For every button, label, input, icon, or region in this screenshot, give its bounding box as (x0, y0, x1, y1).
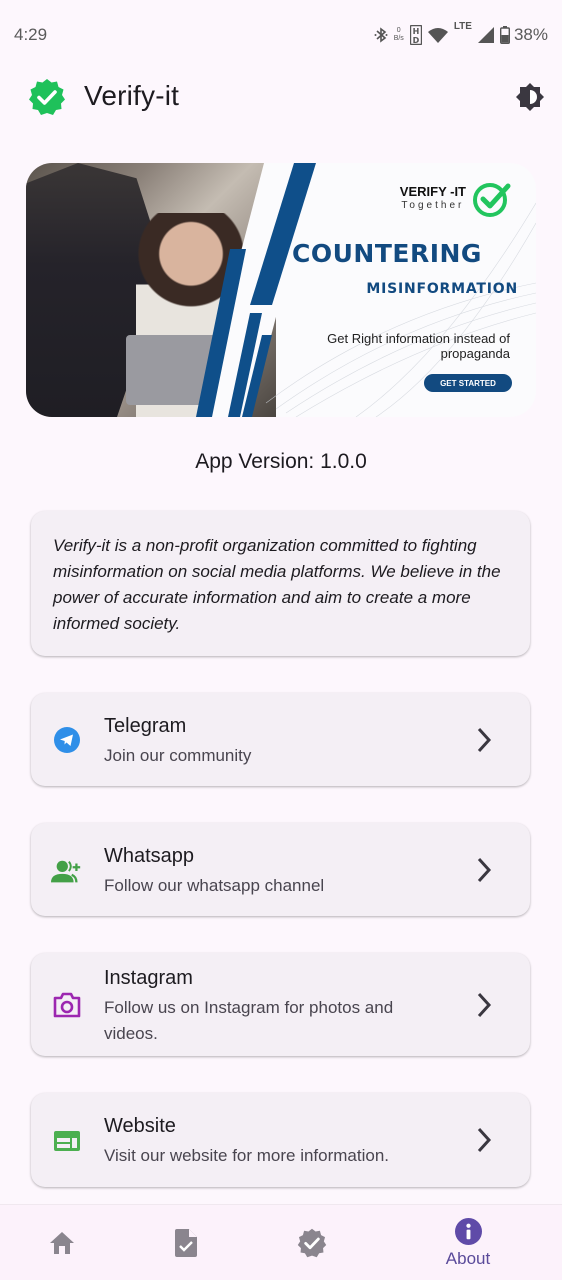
banner-headline: COUNTERING (292, 239, 482, 268)
banner-subheadline: MISINFORMATION (366, 281, 518, 297)
nav-about[interactable]: About (428, 1205, 508, 1280)
chevron-right-icon (477, 1127, 492, 1153)
camera-icon (51, 989, 83, 1021)
about-card: Verify-it is a non-profit organization c… (31, 511, 530, 656)
hd-icon: HD (409, 25, 422, 45)
svg-text:D: D (412, 36, 419, 45)
battery-percent: 38% (513, 25, 548, 44)
telegram-icon (51, 724, 83, 756)
link-title: Instagram (104, 967, 193, 989)
check-circle-icon (473, 183, 511, 217)
wifi-icon (427, 27, 448, 43)
banner-tagline: Get Right information instead of propaga… (327, 331, 510, 361)
link-title: Whatsapp (104, 845, 195, 867)
banner-tagline-line1: Get Right information instead of (327, 331, 510, 346)
nav-reports[interactable] (146, 1205, 226, 1280)
whatsapp-link[interactable]: Whatsapp Follow our whatsapp channel (31, 823, 530, 916)
web-icon (51, 1125, 83, 1157)
status-time: 4:29 (14, 25, 48, 44)
task-file-icon (175, 1229, 197, 1257)
link-subtitle: Follow us on Instagram for photos and vi… (104, 998, 394, 1043)
signal-icon (477, 27, 494, 43)
website-link[interactable]: Website Visit our website for more infor… (31, 1093, 530, 1187)
verified-icon (297, 1228, 327, 1258)
nav-verify[interactable] (272, 1205, 352, 1280)
hero-banner: VERIFY -IT Together COUNTERING MISINFORM… (26, 163, 536, 417)
get-started-button[interactable]: GET STARTED (424, 374, 512, 392)
chevron-right-icon (477, 992, 492, 1018)
link-subtitle: Follow our whatsapp channel (104, 876, 325, 895)
net-speed-unit: B/s (393, 35, 404, 42)
chevron-right-icon (477, 857, 492, 883)
link-title: Website (104, 1115, 176, 1137)
nav-about-label: About (445, 1248, 491, 1268)
instagram-link[interactable]: Instagram Follow us on Instagram for pho… (31, 953, 530, 1056)
app-bar: Verify-it (0, 70, 562, 126)
banner-brand-name: VERIFY -IT (399, 184, 466, 199)
battery-icon (499, 26, 510, 44)
network-type: LTE (453, 21, 472, 32)
link-subtitle: Visit our website for more information. (104, 1146, 390, 1165)
svg-text:H: H (412, 27, 419, 36)
banner-brand-sub: Together (401, 200, 465, 211)
info-icon (454, 1217, 482, 1245)
banner-tagline-line2: propaganda (440, 346, 510, 361)
net-speed-value: 0 (396, 27, 401, 34)
status-icons: 0 B/s HD LTE 38% (374, 21, 548, 45)
app-version: App Version: 1.0.0 (195, 450, 367, 473)
home-icon (50, 1232, 74, 1254)
link-subtitle: Join our community (104, 746, 252, 765)
bluetooth-icon (374, 26, 388, 44)
nav-home[interactable] (22, 1205, 102, 1280)
net-speed: 0 B/s (394, 27, 404, 43)
link-title: Telegram (104, 715, 187, 737)
telegram-link[interactable]: Telegram Join our community (31, 693, 530, 786)
group-add-icon (51, 856, 83, 888)
status-bar: 4:29 0 B/s HD LTE 38% (0, 0, 562, 70)
theme-toggle-button[interactable] (512, 79, 548, 115)
bottom-navigation: About (0, 1204, 562, 1280)
app-title: Verify-it (84, 80, 180, 111)
chevron-right-icon (477, 727, 492, 753)
banner-brand: VERIFY -IT Together (400, 185, 466, 213)
about-text: Verify-it is a non-profit organization c… (53, 536, 501, 633)
verified-badge-icon (28, 78, 66, 116)
brightness-icon (516, 83, 544, 111)
